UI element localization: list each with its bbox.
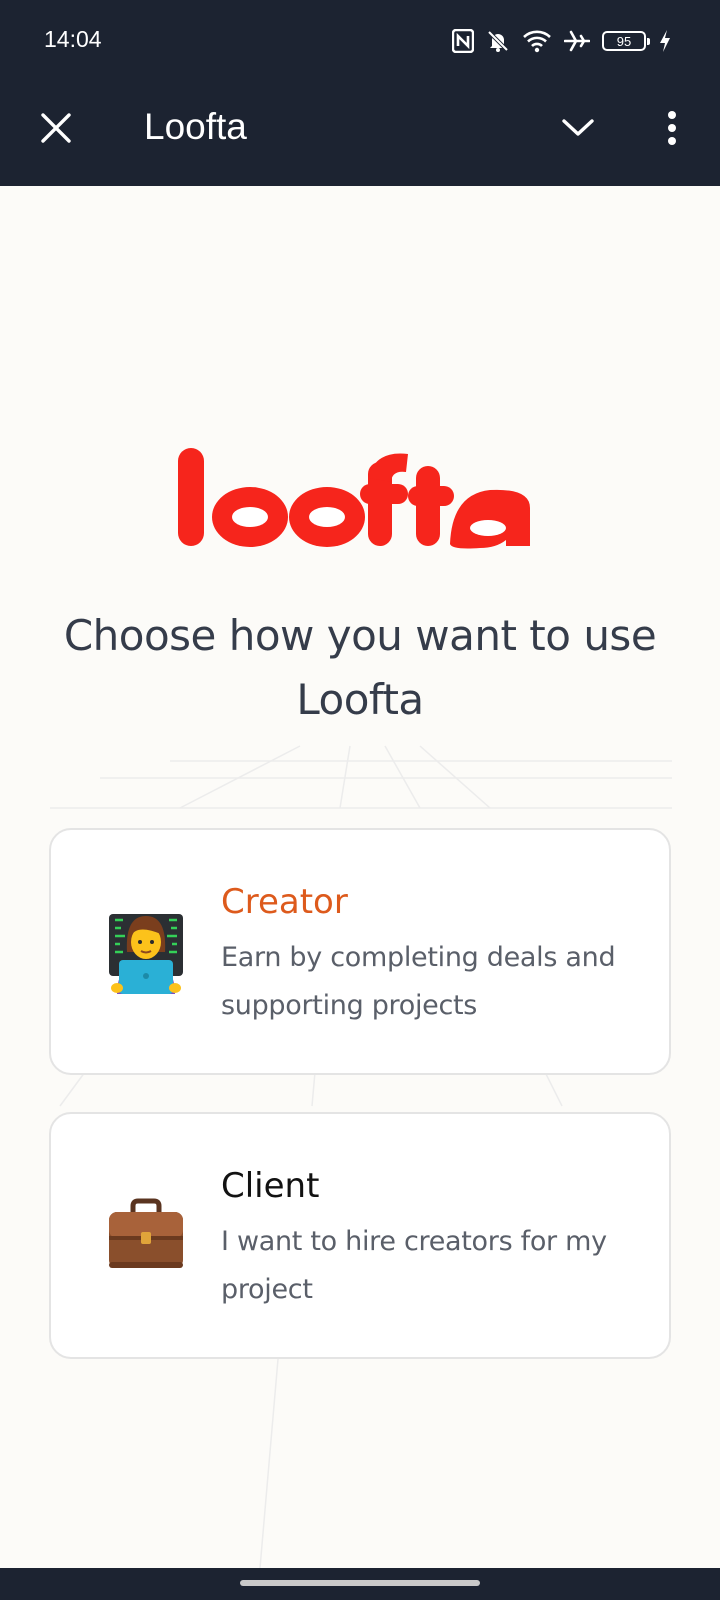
- status-time: 14:04: [44, 26, 102, 52]
- status-icons: 95: [452, 26, 672, 56]
- creator-option-description: Earn by completing deals and supporting …: [221, 942, 616, 1021]
- client-option-title: Client: [221, 1166, 320, 1206]
- battery-level: 95: [616, 33, 632, 49]
- expand-button[interactable]: [552, 104, 604, 156]
- nfc-icon: [452, 29, 474, 53]
- web-content[interactable]: Choose how you want to use Loofta Creato…: [0, 186, 720, 1568]
- system-nav-bar: [0, 1568, 720, 1600]
- app-bar: Loofta: [0, 84, 720, 186]
- briefcase-icon: [103, 1192, 189, 1278]
- app-title: Loofta: [144, 106, 247, 147]
- more-options-button[interactable]: [648, 104, 696, 156]
- battery-icon: 95: [602, 31, 650, 51]
- woman-technologist-icon: [103, 908, 189, 994]
- bell-muted-icon: [486, 29, 510, 53]
- airplane-icon: [564, 29, 590, 53]
- creator-option-card[interactable]: Creator Earn by completing deals and sup…: [49, 828, 671, 1075]
- close-button[interactable]: [30, 104, 82, 156]
- loofta-logo: [178, 448, 530, 549]
- wifi-icon: [522, 29, 552, 53]
- client-option-description: I want to hire creators for my project: [221, 1226, 607, 1305]
- home-indicator[interactable]: [240, 1580, 480, 1586]
- page-headline: Choose how you want to use Loofta: [63, 611, 657, 724]
- chevron-down-icon: [561, 118, 595, 142]
- creator-option-title: Creator: [221, 882, 348, 922]
- client-option-card[interactable]: Client I want to hire creators for my pr…: [49, 1112, 671, 1359]
- more-vert-icon: [667, 111, 677, 149]
- status-bar: 14:04 95: [0, 0, 720, 84]
- close-icon: [40, 112, 72, 148]
- charging-bolt-icon: [658, 29, 672, 53]
